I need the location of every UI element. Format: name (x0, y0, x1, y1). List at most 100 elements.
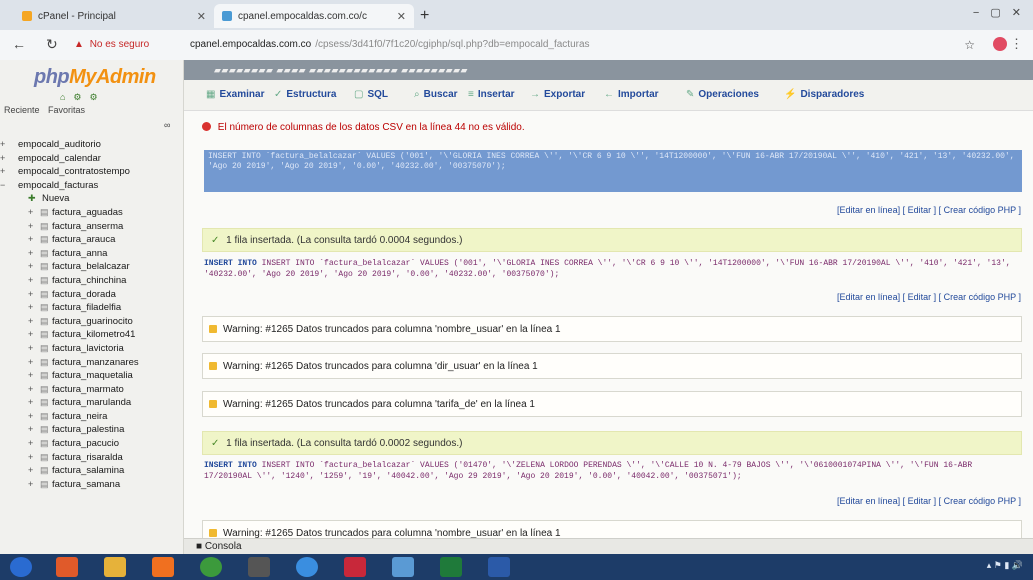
sidebar-table-item[interactable]: + ▤ factura_marmato (0, 383, 183, 397)
menu-buscar[interactable]: ⌕ Buscar (414, 89, 458, 100)
sidebar-new-table[interactable]: ✚ Nueva (0, 192, 183, 206)
menu-insertar[interactable]: ≡ Insertar (468, 89, 515, 100)
expand-icon[interactable]: + (28, 206, 33, 220)
sidebar-table-item[interactable]: + ▤ factura_chinchina (0, 274, 183, 288)
sidebar-database-item[interactable]: + empocald_calendar (0, 152, 183, 166)
sidebar-table-item[interactable]: + ▤ factura_manzanares (0, 356, 183, 370)
expand-icon[interactable]: + (28, 288, 33, 302)
php-code-link[interactable]: [ Crear código PHP ] (939, 205, 1021, 215)
sidebar-table-item[interactable]: + ▤ factura_marulanda (0, 396, 183, 410)
expand-icon[interactable]: + (0, 152, 5, 166)
profile-avatar[interactable] (993, 37, 1007, 51)
inline-edit-link[interactable]: [Editar en línea] (837, 496, 900, 506)
sidebar-table-item[interactable]: + ▤ factura_samana (0, 478, 183, 492)
chrome-icon[interactable] (200, 557, 222, 577)
link-chain-icon[interactable]: ∞ (164, 120, 170, 130)
menu-operaciones[interactable]: ✎ Operaciones (686, 89, 759, 100)
expand-icon[interactable]: + (28, 260, 33, 274)
sidebar-database-item[interactable]: + empocald_contratostempo (0, 165, 183, 179)
expand-icon[interactable]: + (28, 383, 33, 397)
firefox-icon[interactable] (56, 557, 78, 577)
expand-icon[interactable]: + (28, 274, 33, 288)
sidebar-table-item[interactable]: + ▤ factura_arauca (0, 233, 183, 247)
expand-icon[interactable]: + (28, 301, 33, 315)
browser-tab-phpmyadmin[interactable]: cpanel.empocaldas.com.co/c ✕ (214, 4, 414, 28)
expand-icon[interactable]: + (28, 233, 33, 247)
filezilla-icon[interactable] (248, 557, 270, 577)
expand-icon[interactable]: + (28, 396, 33, 410)
media-app-icon[interactable] (344, 557, 366, 577)
expand-icon[interactable]: + (0, 138, 5, 152)
expand-icon[interactable]: + (28, 247, 33, 261)
network-app-icon[interactable] (392, 557, 414, 577)
home-icon-row[interactable]: ⌂⚙⚙ (60, 92, 106, 103)
back-arrow-icon[interactable]: ← (12, 36, 26, 52)
sidebar-database-item[interactable]: + empocald_auditorio (0, 138, 183, 152)
system-tray[interactable]: ▴ ⚑ ▮ 🔊 (987, 560, 1023, 571)
url-field[interactable]: cpanel.empocaldas.com.co/cpsess/3d41f0/7… (190, 39, 590, 50)
sidebar-table-item[interactable]: + ▤ factura_maquetalia (0, 369, 183, 383)
menu-examinar[interactable]: ▦ Examinar (206, 89, 264, 100)
sidebar-table-item[interactable]: + ▤ factura_salamina (0, 464, 183, 478)
menu-exportar[interactable]: → Exportar (530, 89, 585, 100)
sidebar-table-item[interactable]: + ▤ factura_belalcazar (0, 260, 183, 274)
expand-icon[interactable]: + (28, 356, 33, 370)
expand-icon[interactable]: + (28, 328, 33, 342)
collapse-icon[interactable]: − (0, 179, 5, 193)
close-tab-icon[interactable]: ✕ (197, 10, 206, 23)
browser-tab-cpanel[interactable]: cPanel - Principal ✕ (14, 4, 214, 28)
sidebar-table-item[interactable]: + ▤ factura_anserma (0, 220, 183, 234)
expand-icon[interactable]: + (28, 437, 33, 451)
file-explorer-icon[interactable] (104, 557, 126, 577)
expand-icon[interactable]: + (28, 369, 33, 383)
security-warning[interactable]: ▲ No es seguro (74, 39, 149, 50)
start-button-icon[interactable] (10, 557, 32, 577)
inline-edit-link[interactable]: [Editar en línea] (837, 292, 900, 302)
sidebar-table-item[interactable]: + ▤ factura_aguadas (0, 206, 183, 220)
browser-menu-icon[interactable]: ⋮ (1010, 36, 1023, 52)
expand-icon[interactable]: + (28, 315, 33, 329)
sidebar-database-item[interactable]: − empocald_facturas (0, 179, 183, 193)
sidebar-table-item[interactable]: + ▤ factura_palestina (0, 423, 183, 437)
menu-disparadores[interactable]: ⚡ Disparadores (784, 89, 864, 100)
word-icon[interactable] (488, 557, 510, 577)
menu-estructura[interactable]: ✓ Estructura (274, 89, 336, 100)
sidebar-table-item[interactable]: + ▤ factura_filadelfia (0, 301, 183, 315)
inline-edit-link[interactable]: [Editar en línea] (837, 205, 900, 215)
tab-recent[interactable]: Reciente (4, 105, 40, 115)
internet-explorer-icon[interactable] (296, 557, 318, 577)
sidebar-table-item[interactable]: + ▤ factura_guarinocito (0, 315, 183, 329)
menu-sql[interactable]: ▢ SQL (354, 89, 388, 100)
console-bar[interactable]: ■ Consola (184, 538, 1033, 554)
close-tab-icon[interactable]: ✕ (397, 10, 406, 23)
sidebar-table-item[interactable]: + ▤ factura_kilometro41 (0, 328, 183, 342)
menu-importar[interactable]: ← Importar (604, 89, 659, 100)
expand-icon[interactable]: + (28, 410, 33, 424)
php-code-link[interactable]: [ Crear código PHP ] (939, 292, 1021, 302)
tab-favorites[interactable]: Favoritas (48, 105, 85, 115)
bookmark-star-icon[interactable]: ☆ (964, 38, 975, 52)
php-code-link[interactable]: [ Crear código PHP ] (939, 496, 1021, 506)
expand-icon[interactable]: + (28, 464, 33, 478)
sidebar-table-item[interactable]: + ▤ factura_risaralda (0, 451, 183, 465)
new-tab-button[interactable]: + (420, 7, 429, 25)
sidebar-table-item[interactable]: + ▤ factura_lavictoria (0, 342, 183, 356)
sidebar-table-item[interactable]: + ▤ factura_dorada (0, 288, 183, 302)
sidebar-table-item[interactable]: + ▤ factura_anna (0, 247, 183, 261)
sidebar-table-item[interactable]: + ▤ factura_neira (0, 410, 183, 424)
expand-icon[interactable]: + (28, 451, 33, 465)
expand-icon[interactable]: + (28, 478, 33, 492)
edit-link[interactable]: [ Editar ] (903, 496, 937, 506)
sidebar-table-item[interactable]: + ▤ factura_pacucio (0, 437, 183, 451)
expand-icon[interactable]: + (0, 165, 5, 179)
media-player-icon[interactable] (152, 557, 174, 577)
excel-icon[interactable] (440, 557, 462, 577)
expand-icon[interactable]: + (28, 342, 33, 356)
expand-icon[interactable]: + (28, 220, 33, 234)
expand-icon[interactable]: + (28, 423, 33, 437)
phpmyadmin-logo[interactable]: phpMyAdmin (34, 66, 156, 89)
reload-icon[interactable]: ↻ (46, 36, 58, 53)
window-controls[interactable]: − ▢ ✕ (973, 6, 1025, 19)
edit-link[interactable]: [ Editar ] (903, 292, 937, 302)
edit-link[interactable]: [ Editar ] (903, 205, 937, 215)
